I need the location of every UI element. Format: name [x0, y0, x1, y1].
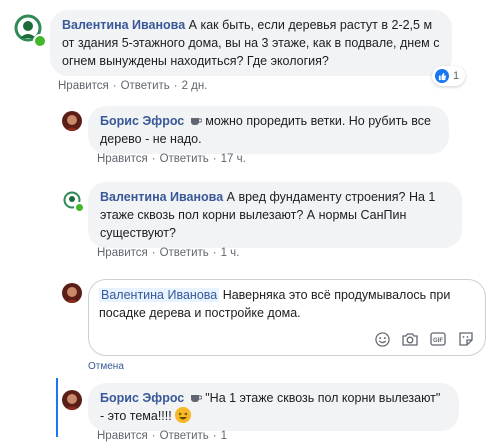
svg-text:GIF: GIF	[433, 338, 443, 344]
thread-indicator	[56, 378, 58, 437]
reactions-badge[interactable]: 1	[432, 66, 466, 86]
comment-timestamp[interactable]: 2 дн.	[182, 80, 208, 92]
avatar-boris[interactable]	[62, 111, 82, 131]
composer-toolbar: GIF	[373, 330, 475, 348]
comment-author[interactable]: Валентина Иванова	[62, 18, 185, 32]
reply-bubble: Борис Эфрос "На 1 этаже сквозь пол корни…	[88, 383, 459, 431]
camera-icon[interactable]	[401, 330, 419, 348]
avatar-current-user	[62, 283, 82, 303]
comment-author[interactable]: Борис Эфрос	[100, 114, 184, 128]
sticker-icon[interactable]	[457, 330, 475, 348]
comment-timestamp[interactable]: 17 ч.	[221, 153, 246, 165]
reactions-count: 1	[453, 70, 460, 82]
like-link[interactable]: Нравится	[97, 430, 148, 442]
smiley-icon[interactable]	[373, 330, 391, 348]
like-link[interactable]: Нравится	[97, 153, 148, 165]
online-status-indicator	[33, 34, 47, 48]
comment-timestamp[interactable]: 1	[221, 430, 227, 442]
comment-author[interactable]: Валентина Иванова	[100, 190, 223, 204]
reply-link[interactable]: Ответить	[160, 247, 209, 259]
comment-actions: Нравится · Ответить · 1 ч.	[97, 247, 240, 259]
reply-link[interactable]: Ответить	[160, 430, 209, 442]
reply-bubble: Валентина Иванова А вред фундаменту стро…	[88, 182, 462, 248]
comment-timestamp[interactable]: 1 ч.	[221, 247, 240, 259]
online-status-indicator	[74, 202, 85, 213]
comment-bubble: Валентина Иванова А как быть, если дерев…	[50, 10, 452, 76]
coffee-cup-icon	[190, 395, 202, 402]
like-link[interactable]: Нравится	[97, 247, 148, 259]
reply-link[interactable]: Ответить	[121, 80, 170, 92]
laughing-emoji-icon	[175, 407, 192, 423]
like-link[interactable]: Нравится	[58, 80, 109, 92]
comment-actions: Нравится · Ответить · 1	[97, 430, 227, 442]
composer-input[interactable]: Валентина Иванова Наверняка это всё прод…	[99, 286, 469, 322]
reply-bubble: Борис Эфрос можно проредить ветки. Но ру…	[88, 106, 449, 154]
gif-icon[interactable]: GIF	[429, 330, 447, 348]
comment-actions: Нравится · Ответить · 17 ч.	[97, 153, 246, 165]
cancel-link[interactable]: Отмена	[88, 361, 124, 372]
thumbs-up-icon	[435, 69, 449, 83]
avatar-boris[interactable]	[62, 390, 82, 410]
mention-tag[interactable]: Валентина Иванова	[99, 288, 220, 302]
reply-composer[interactable]: Валентина Иванова Наверняка это всё прод…	[88, 279, 486, 356]
comment-author[interactable]: Борис Эфрос	[100, 391, 184, 405]
coffee-cup-icon	[190, 118, 202, 125]
reply-link[interactable]: Ответить	[160, 153, 209, 165]
comment-actions: Нравится · Ответить · 2 дн.	[58, 80, 208, 92]
